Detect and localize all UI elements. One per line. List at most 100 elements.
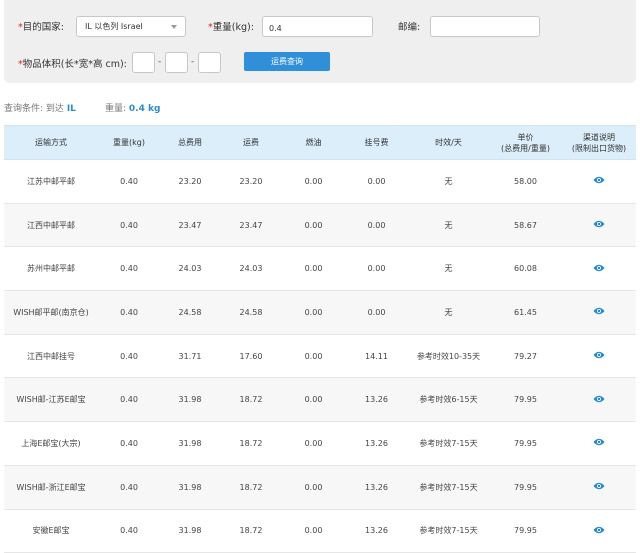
col-header-freight: 运费 bbox=[220, 125, 282, 160]
table-row: WISH邮平邮(南京仓) 0.40 24.58 24.58 0.00 0.00 无 61.45 bbox=[4, 290, 636, 335]
cell-reg: 13.26 bbox=[345, 465, 408, 510]
cell-method: 江西中邮挂号 bbox=[4, 334, 98, 379]
eye-icon[interactable] bbox=[593, 395, 605, 405]
cell-method: 上海E邮宝(大宗) bbox=[4, 421, 98, 466]
zipcode-input[interactable] bbox=[430, 16, 540, 37]
eye-icon[interactable] bbox=[593, 176, 605, 186]
cell-unit: 79.95 bbox=[489, 465, 562, 510]
cell-channel-info bbox=[562, 246, 636, 292]
eye-icon[interactable] bbox=[593, 438, 605, 448]
condition-dest-label: 到达 bbox=[45, 104, 64, 114]
eye-icon[interactable] bbox=[593, 307, 605, 317]
cell-channel-info bbox=[562, 334, 636, 379]
cell-unit: 61.45 bbox=[489, 290, 562, 335]
cell-weight: 0.40 bbox=[98, 290, 160, 335]
cell-freight: 18.72 bbox=[220, 421, 282, 466]
col-header-time: 时效/天 bbox=[408, 125, 489, 160]
cell-channel-info bbox=[562, 159, 636, 204]
eye-icon[interactable] bbox=[593, 220, 605, 230]
cell-unit: 60.08 bbox=[489, 246, 562, 292]
cell-weight: 0.40 bbox=[98, 465, 160, 510]
cell-time: 参考时效7-15天 bbox=[408, 421, 489, 466]
width-input[interactable] bbox=[165, 52, 188, 73]
cell-weight: 0.40 bbox=[98, 246, 160, 292]
country-label: *目的国家: bbox=[18, 22, 64, 33]
cell-fuel: 0.00 bbox=[282, 246, 345, 292]
cell-time: 无 bbox=[408, 290, 489, 335]
eye-icon[interactable] bbox=[593, 526, 605, 536]
cell-method: 安徽E邮宝 bbox=[4, 509, 98, 553]
cell-time: 参考时效10-35天 bbox=[408, 334, 489, 379]
cell-time: 无 bbox=[408, 246, 489, 292]
cell-freight: 18.72 bbox=[220, 509, 282, 553]
cell-method: WISH邮-浙江E邮宝 bbox=[4, 465, 98, 510]
cell-time: 无 bbox=[408, 159, 489, 204]
cell-reg: 13.26 bbox=[345, 509, 408, 553]
volume-label: *物品体积(长*宽*高 cm): bbox=[18, 59, 127, 70]
cell-channel-info bbox=[562, 203, 636, 248]
col-header-weight: 重量(kg) bbox=[98, 125, 160, 160]
col-header-unit-price: 单价 (总费用/重量) bbox=[489, 125, 562, 160]
cell-fuel: 0.00 bbox=[282, 203, 345, 248]
cell-freight: 24.03 bbox=[220, 246, 282, 292]
col-header-total: 总费用 bbox=[160, 125, 220, 160]
search-button[interactable]: 运费查询 bbox=[244, 52, 330, 71]
cell-method: 苏州中邮平邮 bbox=[4, 246, 98, 292]
col-header-registration: 挂号费 bbox=[345, 125, 408, 160]
table-row: 江苏中邮平邮 0.40 23.20 23.20 0.00 0.00 无 58.00 bbox=[4, 159, 636, 204]
cell-fuel: 0.00 bbox=[282, 334, 345, 379]
cell-reg: 13.26 bbox=[345, 377, 408, 423]
table-row: WISH邮-江苏E邮宝 0.40 31.98 18.72 0.00 13.26 参考时效6-… bbox=[4, 377, 636, 423]
cell-weight: 0.40 bbox=[98, 421, 160, 466]
col-header-method: 运输方式 bbox=[4, 125, 98, 160]
cell-unit: 79.95 bbox=[489, 509, 562, 553]
cell-total: 31.98 bbox=[160, 421, 220, 466]
table-row: 江西中邮挂号 0.40 31.71 17.60 0.00 14.11 参考时效10-35天 7… bbox=[4, 334, 636, 379]
cell-freight: 18.72 bbox=[220, 377, 282, 423]
table-row: 上海E邮宝(大宗) 0.40 31.98 18.72 0.00 13.26 参考时效7-15… bbox=[4, 421, 636, 466]
weight-input[interactable] bbox=[262, 16, 373, 37]
cell-fuel: 0.00 bbox=[282, 421, 345, 466]
cell-reg: 0.00 bbox=[345, 203, 408, 248]
length-input[interactable] bbox=[132, 52, 155, 73]
cell-fuel: 0.00 bbox=[282, 465, 345, 510]
cell-unit: 79.27 bbox=[489, 334, 562, 379]
table-row: 江西中邮平邮 0.40 23.47 23.47 0.00 0.00 无 58.67 bbox=[4, 203, 636, 248]
cell-weight: 0.40 bbox=[98, 377, 160, 423]
height-input[interactable] bbox=[198, 52, 221, 73]
condition-weight-label: 重量: bbox=[105, 104, 127, 114]
cell-total: 23.20 bbox=[160, 159, 220, 204]
eye-icon[interactable] bbox=[593, 482, 605, 492]
cell-total: 23.47 bbox=[160, 203, 220, 248]
col-header-channel-info: 渠道说明 (限制出口货物) bbox=[562, 125, 636, 160]
cell-total: 31.71 bbox=[160, 334, 220, 379]
cell-freight: 23.20 bbox=[220, 159, 282, 204]
cell-reg: 14.11 bbox=[345, 334, 408, 379]
cell-fuel: 0.00 bbox=[282, 377, 345, 423]
country-select[interactable]: IL 以色列 Israel bbox=[76, 16, 186, 37]
cell-unit: 58.67 bbox=[489, 203, 562, 248]
col-header-fuel: 燃油 bbox=[282, 125, 345, 160]
cell-fuel: 0.00 bbox=[282, 159, 345, 204]
cell-reg: 0.00 bbox=[345, 159, 408, 204]
condition-dest-value: IL bbox=[66, 104, 76, 114]
cell-total: 24.03 bbox=[160, 246, 220, 292]
cell-weight: 0.40 bbox=[98, 334, 160, 379]
cell-time: 参考时效7-15天 bbox=[408, 509, 489, 553]
cell-weight: 0.40 bbox=[98, 203, 160, 248]
cell-time: 参考时效7-15天 bbox=[408, 465, 489, 510]
cell-reg: 0.00 bbox=[345, 246, 408, 292]
eye-icon[interactable] bbox=[593, 351, 605, 361]
condition-label: 查询条件: bbox=[4, 104, 44, 114]
condition-weight-value: 0.4 kg bbox=[128, 104, 161, 114]
eye-icon[interactable] bbox=[593, 264, 605, 274]
separator: - bbox=[191, 57, 195, 67]
cell-fuel: 0.00 bbox=[282, 509, 345, 553]
cell-reg: 0.00 bbox=[345, 290, 408, 335]
table-header-row: 运输方式 重量(kg) 总费用 运费 燃油 挂号费 时效/天 单价 (总费用/重… bbox=[4, 125, 636, 160]
table-row: WISH邮-浙江E邮宝 0.40 31.98 18.72 0.00 13.26 参考时效7-… bbox=[4, 465, 636, 510]
chevron-down-icon bbox=[171, 25, 177, 29]
cell-total: 31.98 bbox=[160, 465, 220, 510]
country-select-value: IL 以色列 Israel bbox=[85, 22, 143, 31]
cell-unit: 58.00 bbox=[489, 159, 562, 204]
